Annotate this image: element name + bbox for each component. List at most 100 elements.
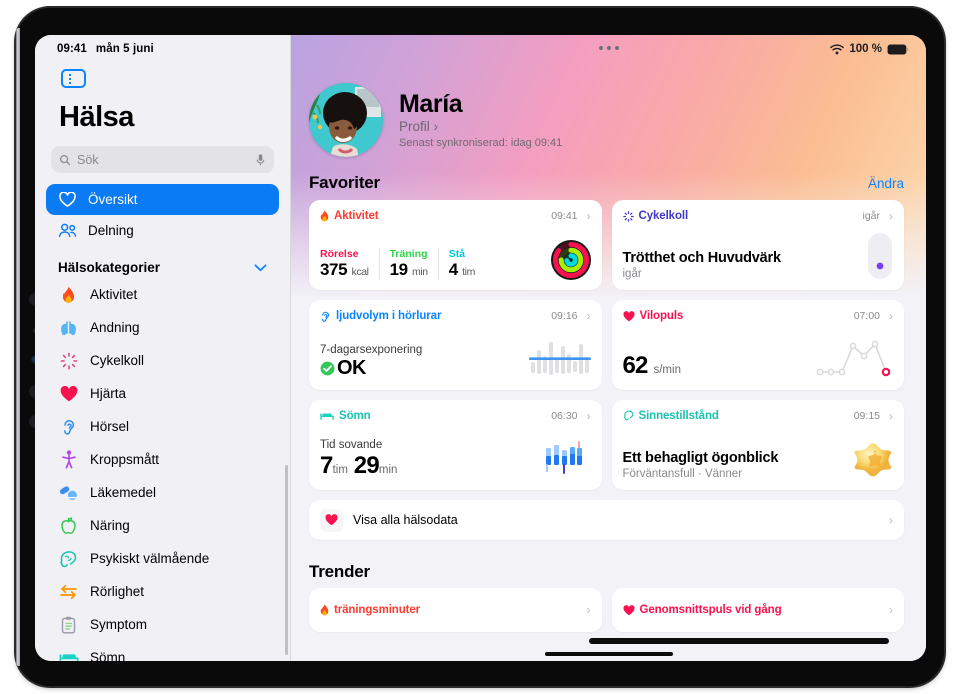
sidebar-item-label: Delning <box>88 223 134 238</box>
sidebar-item-andning[interactable]: Andning <box>46 311 279 344</box>
metric-traning: Träning 19 min <box>378 248 438 280</box>
heart-icon <box>320 508 343 532</box>
favorites-title: Favoriter <box>309 173 380 192</box>
sidebar-item-label: Hjärta <box>90 386 127 401</box>
sidebar-section-label: Hälsokategorier <box>58 260 161 275</box>
sidebar-item-lakemedel[interactable]: Läkemedel <box>46 476 279 509</box>
cycle-tracking-icon <box>622 210 634 222</box>
check-circle-icon <box>320 361 335 376</box>
card-sinnestillstand[interactable]: Sinnestillstånd 09:15 › Ett behagligt ög… <box>611 400 904 490</box>
show-all-health-data-row[interactable]: Visa alla hälsodata › <box>309 500 904 540</box>
sidebar-item-label: Symptom <box>90 617 148 632</box>
metric-label: Rörelse <box>320 248 359 260</box>
card-timestamp: 07:00 <box>853 310 880 322</box>
horizontal-scrollbar[interactable] <box>589 638 889 644</box>
apple-icon <box>58 515 79 536</box>
battery-full-icon <box>887 44 909 54</box>
metric-value: 375 <box>320 260 348 279</box>
chevron-right-icon: › <box>586 603 591 617</box>
sidebar-scrollbar[interactable] <box>285 465 288 655</box>
profile-sync-text: Senast synkroniserad: idag 09:41 <box>399 137 563 150</box>
sidebar-toggle-icon[interactable] <box>61 69 86 88</box>
activity-rings-chart <box>550 240 591 280</box>
chevron-right-icon: › <box>889 513 893 527</box>
trends-header: Trender <box>309 562 904 582</box>
sidebar-item-symptom[interactable]: Symptom <box>46 608 279 641</box>
trend-card-traningsminuter[interactable]: träningsminuter › <box>309 588 602 632</box>
mental-wellbeing-icon <box>623 410 633 421</box>
bed-icon <box>320 413 334 420</box>
audio-bars-chart <box>528 342 591 375</box>
chevron-right-icon: › <box>586 409 591 423</box>
home-indicator[interactable] <box>544 652 673 656</box>
card-timestamp: 06:30 <box>551 410 578 422</box>
metric-label: Träning <box>389 248 428 260</box>
flame-icon <box>320 210 329 222</box>
chevron-right-icon: › <box>889 209 893 223</box>
sidebar-item-rorlighet[interactable]: Rörlighet <box>46 575 279 608</box>
sidebar-item-somn[interactable]: Sömn <box>46 641 279 661</box>
exposure-label: 7-dagarsexponering <box>320 344 423 356</box>
sidebar-item-kroppsmatt[interactable]: Kroppsmått <box>46 443 279 476</box>
sleep-hours-value: 7 <box>320 452 333 479</box>
metric-value: 4 <box>448 260 458 279</box>
card-title: ljudvolym i hörlurar <box>336 310 442 322</box>
sidebar-item-hjarta[interactable]: Hjärta <box>46 377 279 410</box>
sidebar-item-label: Rörlighet <box>90 584 145 599</box>
pills-icon <box>58 482 79 503</box>
sidebar-item-psykiskt-valmaende[interactable]: Psykiskt välmående <box>46 542 279 575</box>
avatar[interactable] <box>309 83 383 157</box>
resting-hr-unit: s/min <box>653 364 681 376</box>
card-title: Vilopuls <box>639 310 684 322</box>
body-measurements-icon <box>58 449 79 470</box>
sidebar: 09:41 mån 5 juni Hälsa Sök Översikt Deln… <box>35 35 291 661</box>
sidebar-item-label: Aktivitet <box>90 287 138 302</box>
sidebar-item-cykelkoll[interactable]: Cykelkoll <box>46 344 279 377</box>
card-cykelkoll[interactable]: Cykelkoll igår › Trötthet och Huvudvärk … <box>611 200 904 290</box>
sidebar-item-delning[interactable]: Delning <box>46 215 279 246</box>
search-placeholder: Sök <box>77 152 99 167</box>
chevron-down-icon[interactable] <box>254 263 267 272</box>
mobility-icon <box>58 581 79 602</box>
card-title: Sinnestillstånd <box>638 410 719 422</box>
card-vilopuls[interactable]: Vilopuls 07:00 › 62 s/min <box>611 300 904 390</box>
card-title: Aktivitet <box>334 210 379 222</box>
metric-sta: Stå 4 tim <box>437 248 485 280</box>
flame-icon <box>320 604 329 616</box>
trend-card-genomsnittspuls[interactable]: Genomsnittspuls vid gång › <box>611 588 904 632</box>
card-somn[interactable]: Sömn 06:30 › Tid sovande 7tim 29min <box>309 400 602 490</box>
metric-unit: tim <box>462 266 475 278</box>
trend-card-title: träningsminuter <box>334 604 421 616</box>
sidebar-item-horsel[interactable]: Hörsel <box>46 410 279 443</box>
sidebar-item-label: Näring <box>90 518 130 533</box>
cycle-subtext: igår <box>622 268 642 280</box>
sleep-minutes-value: 29 <box>353 452 380 479</box>
screen: 09:41 mån 5 juni Hälsa Sök Översikt Deln… <box>35 35 926 661</box>
sidebar-section-health-categories[interactable]: Hälsokategorier <box>58 260 267 275</box>
card-aktivitet[interactable]: Aktivitet 09:41 › Rörelse 375 kcal Träni… <box>309 200 602 290</box>
sidebar-item-label: Översikt <box>88 192 138 207</box>
activity-metrics: Rörelse 375 kcal Träning 19 min Stå 4 ti… <box>320 248 551 280</box>
trends-title: Trender <box>309 562 370 581</box>
cycle-pill-chart <box>868 233 892 279</box>
multitasking-dots-icon[interactable] <box>598 46 619 50</box>
bed-icon <box>58 647 79 661</box>
sidebar-item-label: Cykelkoll <box>90 353 145 368</box>
search-input[interactable]: Sök <box>51 146 274 173</box>
profile-link[interactable]: Profil › <box>399 119 562 134</box>
sidebar-item-oversikt[interactable]: Översikt <box>46 184 279 215</box>
card-hoerlurar[interactable]: ljudvolym i hörlurar 09:16 › 7-dagarsexp… <box>309 300 602 390</box>
sidebar-item-label: Sömn <box>90 650 126 661</box>
sleep-minutes-unit: min <box>378 464 398 476</box>
status-bar-right: 100 % <box>830 43 909 55</box>
card-timestamp: igår <box>862 210 880 222</box>
sleep-hours-unit: tim <box>332 464 348 476</box>
sidebar-item-aktivitet[interactable]: Aktivitet <box>46 278 279 311</box>
lungs-icon <box>58 317 79 338</box>
sidebar-item-naring[interactable]: Näring <box>46 509 279 542</box>
trends-grid: träningsminuter › Genomsnittspuls vid gå… <box>291 588 926 632</box>
microphone-icon[interactable] <box>255 153 266 167</box>
trend-card-title: Genomsnittspuls vid gång <box>639 604 782 616</box>
edit-favorites-button[interactable]: Ändra <box>868 176 904 191</box>
metric-label: Stå <box>448 248 466 260</box>
